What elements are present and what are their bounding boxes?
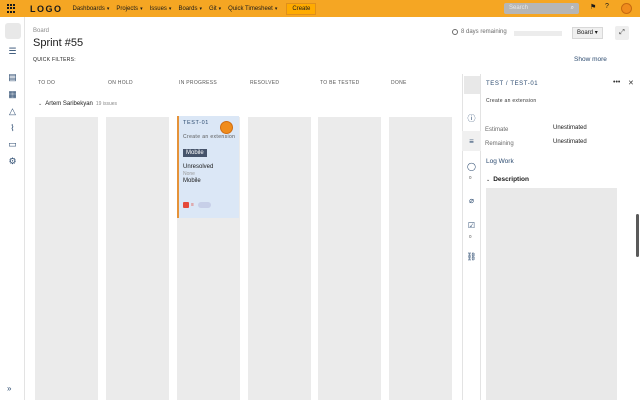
description-body[interactable] <box>486 188 617 400</box>
column-on-hold[interactable] <box>106 117 169 400</box>
column-to-do[interactable] <box>35 117 98 400</box>
create-button[interactable]: Create <box>286 2 317 15</box>
detail-summary: Create an extension <box>486 98 537 104</box>
description-toggle[interactable]: ⌄ Description <box>486 176 529 183</box>
chevron-down-icon: ⌄ <box>486 176 491 183</box>
help-icon[interactable]: ? <box>605 3 609 10</box>
fix-version: None <box>183 171 195 177</box>
remaining-value[interactable]: Unestimated <box>553 139 587 145</box>
component: Mobile <box>183 178 201 184</box>
nav-boards[interactable]: Boards ▾ <box>178 6 202 12</box>
estimate-value[interactable]: Unestimated <box>553 125 587 131</box>
column-header-to-be-tested: TO BE TESTED <box>320 80 360 86</box>
column-resolved[interactable] <box>248 117 311 400</box>
notifications-icon[interactable]: ⚑ <box>590 3 596 11</box>
chevron-down-icon: ▾ <box>168 5 172 12</box>
search-input[interactable]: Search ⌕ <box>504 3 579 14</box>
components-icon[interactable]: ⚙ <box>7 156 18 166</box>
chevron-down-icon: ▾ <box>274 5 278 12</box>
project-avatar[interactable] <box>5 23 21 39</box>
releases-icon[interactable]: △ <box>7 106 18 116</box>
kanban-icon[interactable]: ▦ <box>7 89 18 99</box>
nav-label: Dashboards <box>72 5 105 12</box>
expand-sidebar-icon[interactable]: » <box>7 384 11 393</box>
breadcrumb[interactable]: Board <box>33 28 49 34</box>
issue-summary: Create an extension <box>183 134 236 140</box>
column-header-done: DONE <box>391 80 407 86</box>
assignee-avatar <box>220 121 233 134</box>
user-avatar[interactable] <box>621 3 632 14</box>
attachment-icon[interactable]: ⌀ <box>466 196 477 205</box>
comment-count: 0 <box>469 175 472 180</box>
nav-git[interactable]: Git ▾ <box>209 6 221 12</box>
nav-label: Boards <box>178 5 198 12</box>
info-icon[interactable]: ⓘ <box>466 113 477 124</box>
fullscreen-icon[interactable]: ⤢ <box>615 26 629 40</box>
strip-header <box>464 76 480 94</box>
issue-card[interactable]: TEST-01 Create an extension Mobile Unres… <box>177 116 239 218</box>
board-dropdown-label: Board <box>577 30 594 36</box>
column-header-in-progress: IN PROGRESS <box>179 80 218 86</box>
nav-quick-timesheet[interactable]: Quick Timesheet ▾ <box>228 6 277 12</box>
swimlane-header[interactable]: ⌄ Artem Saribekyan 19 issues <box>38 101 117 107</box>
backlog-icon[interactable]: ☰ <box>7 46 18 56</box>
chevron-down-icon: ▾ <box>594 30 598 36</box>
column-done[interactable] <box>389 117 452 400</box>
more-icon[interactable]: ••• <box>613 79 620 86</box>
remaining-label: Remaining <box>485 141 514 147</box>
nav-dashboards[interactable]: Dashboards ▾ <box>73 6 110 12</box>
nav-label: Git <box>208 5 217 12</box>
git-icon[interactable]: ⛓ <box>466 252 477 261</box>
issues-icon[interactable]: ▭ <box>7 139 18 149</box>
reports-icon[interactable]: ⌇ <box>7 123 18 133</box>
nav-issues[interactable]: Issues ▾ <box>150 6 172 12</box>
log-work-link[interactable]: Log Work <box>486 158 514 165</box>
comment-icon[interactable]: ◯ <box>466 162 477 171</box>
description-heading: Description <box>493 176 529 183</box>
sprint-remaining: 8 days remaining <box>452 29 507 35</box>
nav-projects[interactable]: Projects ▾ <box>116 6 142 12</box>
board-icon[interactable]: ▤ <box>7 72 18 82</box>
app-switcher-icon[interactable] <box>7 4 16 13</box>
resolution-status: Unresolved <box>183 164 214 170</box>
page-title: Sprint #55 <box>33 37 84 49</box>
column-header-on-hold: ON HOLD <box>108 80 133 86</box>
column-header-to-do: TO DO <box>38 80 56 86</box>
swimlane-name: Artem Saribekyan <box>45 101 93 107</box>
column-to-be-tested[interactable] <box>318 117 381 400</box>
subtasks-icon[interactable]: ☑ <box>466 221 477 230</box>
quick-filters-label: QUICK FILTERS: <box>33 57 77 63</box>
label-badge: Mobile <box>183 149 207 157</box>
search-placeholder: Search <box>509 5 529 11</box>
subtask-count: 0 <box>469 234 472 239</box>
logo[interactable]: LOGO <box>30 4 63 14</box>
search-icon: ⌕ <box>570 5 574 11</box>
complete-sprint-button[interactable] <box>514 31 562 36</box>
chevron-down-icon: ▾ <box>140 5 143 12</box>
nav-label: Issues <box>149 5 167 12</box>
nav-label: Projects <box>116 5 139 12</box>
details-icon[interactable]: ≡ <box>466 137 477 146</box>
chevron-down-icon: ▾ <box>199 5 202 12</box>
close-icon[interactable]: ✕ <box>628 79 634 87</box>
remaining-text: 8 days remaining <box>461 29 507 35</box>
bug-type-icon <box>183 202 189 208</box>
chevron-down-icon: ▾ <box>106 5 110 12</box>
show-more-link[interactable]: Show more <box>574 56 607 63</box>
scrollbar[interactable] <box>636 214 639 257</box>
clock-icon <box>452 29 458 35</box>
estimate-badge <box>198 202 211 208</box>
swimlane-issue-count: 19 issues <box>95 101 118 107</box>
nav-label: Quick Timesheet <box>228 5 273 12</box>
estimate-label: Estimate <box>485 127 509 133</box>
left-sidebar: ☰ ▤ ▦ △ ⌇ ▭ ⚙ » <box>0 17 25 400</box>
priority-icon: ≡ <box>191 202 194 208</box>
column-header-resolved: RESOLVED <box>250 80 280 86</box>
chevron-down-icon: ▾ <box>218 5 222 12</box>
detail-issue-key[interactable]: TEST / TEST-01 <box>486 81 538 87</box>
chevron-down-icon: ⌄ <box>38 101 43 107</box>
board-dropdown[interactable]: Board ▾ <box>572 27 603 39</box>
